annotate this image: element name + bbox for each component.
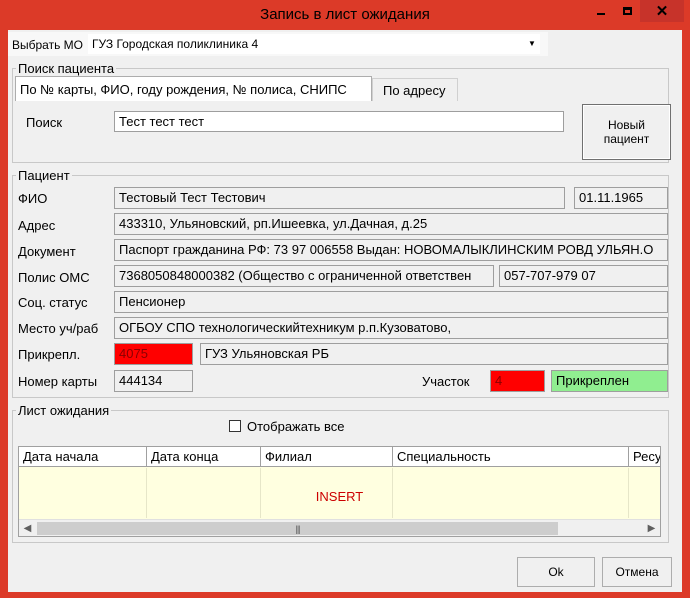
window-title: Запись в лист ожидания (260, 6, 430, 23)
chevron-down-icon: ▼ (528, 39, 536, 48)
column-specialty[interactable]: Специальность (393, 447, 629, 467)
card-number-field[interactable]: 444134 (114, 370, 193, 392)
attachment-label: Прикрепл. (18, 347, 81, 362)
tab-search-card[interactable]: По № карты, ФИО, году рождения, № полиса… (15, 76, 372, 101)
new-patient-label-line1: Новый (607, 118, 646, 132)
workplace-field[interactable]: ОГБОУ СПО технологическийтехникум р.п.Ку… (114, 317, 668, 339)
policy-label: Полис ОМС (18, 270, 90, 285)
search-label: Поиск (26, 115, 63, 130)
search-group-title: Поиск пациента (16, 61, 117, 76)
horizontal-scrollbar[interactable]: ◀ ||| ▶ (19, 519, 660, 536)
maximize-button[interactable] (614, 0, 640, 22)
attachment-code-field[interactable]: 4075 (114, 343, 193, 365)
maximize-icon (622, 7, 632, 15)
cancel-button[interactable]: Отмена (602, 557, 672, 587)
document-field[interactable]: Паспорт гражданина РФ: 73 97 006558 Выда… (114, 239, 668, 261)
district-label: Участок (422, 374, 470, 389)
grip-icon: ||| (295, 523, 300, 534)
show-all-checkbox[interactable] (229, 420, 241, 432)
document-label: Документ (18, 244, 76, 259)
district-field[interactable]: 4 (490, 370, 545, 392)
attachment-status-field: Прикреплен (551, 370, 668, 392)
insert-row-indicator: INSERT (315, 489, 364, 504)
new-patient-button[interactable]: Новый пациент (582, 104, 671, 160)
workplace-label: Место уч/раб (18, 321, 99, 336)
birth-date-field[interactable]: 01.11.1965 (574, 187, 668, 209)
column-resource[interactable]: Ресу (629, 447, 660, 467)
minimize-icon (597, 13, 605, 15)
fio-label: ФИО (18, 191, 48, 206)
mo-select-value: ГУЗ Городская поликлиника 4 (92, 37, 259, 51)
search-input[interactable]: Тест тест тест (114, 111, 564, 132)
close-icon: ✕ (655, 2, 669, 20)
column-branch[interactable]: Филиал (261, 447, 393, 467)
new-patient-label-line2: пациент (603, 132, 650, 146)
waitlist-table[interactable]: Дата начала Дата конца Филиал Специально… (18, 446, 661, 537)
social-status-label: Соц. статус (18, 295, 88, 310)
snils-field[interactable]: 057-707-979 07 (499, 265, 668, 287)
minimize-button[interactable] (588, 0, 614, 22)
mo-select[interactable]: ГУЗ Городская поликлиника 4 ▼ (88, 34, 540, 54)
waitlist-table-header: Дата начала Дата конца Филиал Специально… (19, 447, 660, 467)
address-label: Адрес (18, 218, 56, 233)
scrollbar-thumb[interactable]: ||| (37, 522, 558, 535)
waitlist-group-title: Лист ожидания (16, 403, 112, 418)
social-status-field[interactable]: Пенсионер (114, 291, 668, 313)
address-field[interactable]: 433310, Ульяновский, рп.Ишеевка, ул.Дачн… (114, 213, 668, 235)
patient-group-title: Пациент (16, 168, 72, 183)
close-button[interactable]: ✕ (640, 0, 684, 22)
mo-label: Выбрать МО (12, 38, 83, 52)
scroll-right-icon[interactable]: ▶ (643, 520, 660, 536)
show-all-label: Отображать все (247, 419, 345, 434)
column-start-date[interactable]: Дата начала (19, 447, 147, 467)
scroll-left-icon[interactable]: ◀ (19, 520, 36, 536)
policy-field[interactable]: 7368050848000382 (Общество с ограниченно… (114, 265, 494, 287)
attachment-org-field[interactable]: ГУЗ Ульяновская РБ (200, 343, 668, 365)
tab-search-address[interactable]: По адресу (372, 78, 458, 101)
column-end-date[interactable]: Дата конца (147, 447, 261, 467)
fio-field[interactable]: Тестовый Тест Тестович (114, 187, 565, 209)
card-number-label: Номер карты (18, 374, 98, 389)
ok-button[interactable]: Ok (517, 557, 595, 587)
